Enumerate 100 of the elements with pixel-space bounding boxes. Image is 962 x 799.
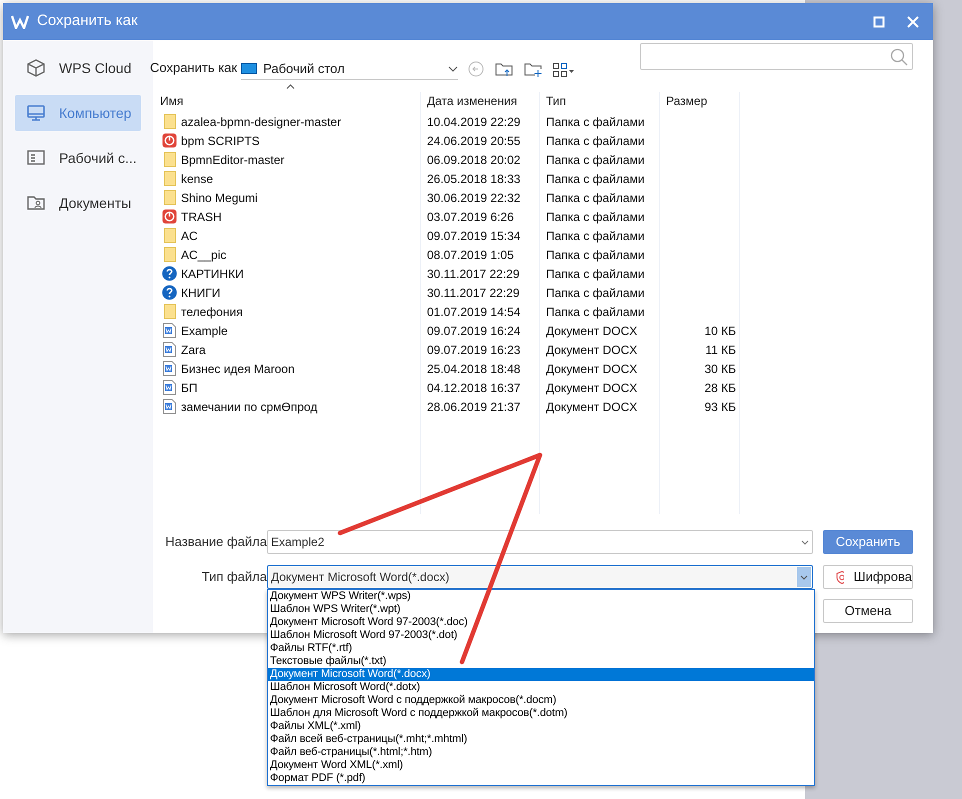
date-cell-text: 03.07.2019 6:26 <box>427 209 514 226</box>
file-name[interactable]: Бизнес идея Maroon <box>181 360 295 378</box>
question-icon <box>162 266 177 281</box>
date-cell-text: 09.07.2019 15:34 <box>427 228 520 245</box>
filetype-option[interactable]: Файл веб-страницы(*.html;*.htm) <box>268 746 814 759</box>
filetype-option[interactable]: Документ Microsoft Word с поддержкой макросов(*.docm) <box>268 694 814 707</box>
cancel-button[interactable]: Отмена <box>823 599 913 623</box>
chevron-down-icon <box>448 66 458 72</box>
date-cell-text: 30.11.2017 22:29 <box>427 266 520 283</box>
location-label: Сохранить как <box>150 58 238 77</box>
file-name[interactable]: Zara <box>181 341 206 359</box>
date-cell-text: 09.07.2019 16:24 <box>427 323 520 340</box>
new-folder-icon[interactable] <box>524 61 542 77</box>
file-name[interactable]: КАРТИНКИ <box>181 265 244 283</box>
file-name[interactable]: AC__pic <box>181 246 226 264</box>
file-name[interactable]: TRASH <box>181 208 222 226</box>
filetype-option[interactable]: Документ Word XML(*.xml) <box>268 759 814 772</box>
filetype-option[interactable]: Текстовые файлы(*.txt) <box>268 655 814 668</box>
date-cell-text: 26.05.2018 18:33 <box>427 171 520 188</box>
file-name[interactable]: БП <box>181 379 198 397</box>
type-cell-text: Документ DOCX <box>546 323 638 340</box>
filename-label: Название файла <box>164 533 267 552</box>
filetype-label: Тип файла <box>200 568 267 586</box>
document-icon <box>163 342 176 357</box>
filetype-option[interactable]: Шаблон WPS Writer(*.wpt) <box>268 603 814 616</box>
desktop-icon <box>241 62 258 74</box>
type-cell-text: Папка с файлами <box>546 171 645 188</box>
type-cell-text: Папка с файлами <box>546 228 645 245</box>
type-cell-text: Папка с файлами <box>546 152 645 169</box>
file-name[interactable]: AC <box>181 227 198 245</box>
type-cell-text: Папка с файлами <box>546 114 645 131</box>
file-name[interactable]: bpm SCRIPTS <box>181 132 260 150</box>
sidebar-item[interactable]: WPS Cloud <box>15 50 141 86</box>
back-icon[interactable] <box>468 61 484 77</box>
filetype-option[interactable]: Файлы RTF(*.rtf) <box>268 642 814 655</box>
column-header[interactable]: Размер <box>666 92 708 110</box>
file-name[interactable]: Shino Megumi <box>181 189 258 207</box>
search-field[interactable] <box>640 43 913 70</box>
type-cell-text: Папка с файлами <box>546 209 645 226</box>
filetype-option[interactable]: Документ Microsoft Word 97-2003(*.doc) <box>268 616 814 629</box>
type-cell-text: Папка с файлами <box>546 247 645 264</box>
column-header[interactable]: Тип <box>546 92 566 110</box>
filetype-option[interactable]: Шаблон для Microsoft Word с поддержкой макросов(*.dotm) <box>268 707 814 720</box>
size-cell-text: 93 КБ <box>703 399 736 416</box>
file-name[interactable]: BpmnEditor-master <box>181 151 284 169</box>
file-name[interactable]: телефония <box>181 303 243 321</box>
window-icon <box>27 149 45 167</box>
column-header[interactable]: Дата изменения <box>427 92 518 110</box>
date-cell-text: 28.06.2019 21:37 <box>427 399 520 416</box>
folder-icon <box>164 304 176 319</box>
window-title: Сохранить как <box>37 11 138 32</box>
file-name[interactable]: замечании по срмӨпрод <box>181 398 318 416</box>
folder-person-icon <box>27 194 45 212</box>
chevron-down-icon <box>801 540 809 544</box>
maximize-icon <box>873 16 885 28</box>
filetype-option[interactable]: Шаблон Microsoft Word 97-2003(*.dot) <box>268 629 814 642</box>
file-name[interactable]: azalea-bpmn-designer-master <box>181 113 342 131</box>
type-cell-text: Документ DOCX <box>546 361 638 378</box>
type-cell-text: Папка с файлами <box>546 266 645 283</box>
encrypt-button[interactable]: Шифрова <box>823 565 913 589</box>
file-name[interactable]: kense <box>181 170 214 188</box>
date-cell-text: 30.11.2017 22:29 <box>427 285 520 302</box>
chevron-down-icon <box>800 574 808 580</box>
document-icon <box>163 399 176 414</box>
sidebar-item[interactable]: Документы <box>15 185 141 221</box>
folder-icon <box>164 171 176 186</box>
location-dropdown[interactable]: Рабочий стол <box>241 58 458 80</box>
filetype-option[interactable]: Файл всей веб-страницы(*.mht;*.mhtml) <box>268 733 814 746</box>
folder-up-icon[interactable] <box>495 61 514 77</box>
sidebar-item[interactable]: Рабочий с... <box>15 140 141 176</box>
folder-icon <box>164 152 176 167</box>
type-cell-text: Папка с файлами <box>546 190 645 207</box>
filetype-option[interactable]: Файлы XML(*.xml) <box>268 720 814 733</box>
size-cell-text: 30 КБ <box>703 361 736 378</box>
filetype-option[interactable]: Документ WPS Writer(*.wps) <box>268 590 814 603</box>
folder-icon <box>164 228 176 243</box>
type-cell-text: Документ DOCX <box>546 380 638 397</box>
filetype-option[interactable]: Шаблон Microsoft Word(*.dotx) <box>268 681 814 694</box>
monitor-icon <box>27 104 45 122</box>
column-header[interactable]: Имя <box>160 92 184 110</box>
dropdown-arrow-button[interactable] <box>797 567 811 587</box>
cube-icon <box>27 59 45 77</box>
type-cell-text: Папка с файлами <box>546 285 645 302</box>
blocked-folder-icon <box>162 133 177 148</box>
file-name[interactable]: КНИГИ <box>181 284 220 302</box>
type-cell-text: Папка с файлами <box>546 133 645 150</box>
date-cell-text: 30.06.2019 22:32 <box>427 190 520 207</box>
view-grid-icon[interactable] <box>553 63 576 77</box>
shield-icon <box>836 570 844 584</box>
date-cell-text: 25.04.2018 18:48 <box>427 361 520 378</box>
document-icon <box>163 380 176 395</box>
filename-field[interactable]: Example2 <box>267 530 813 554</box>
filetype-option[interactable]: Формат PDF (*.pdf) <box>268 772 814 785</box>
size-cell-text: 28 КБ <box>703 380 736 397</box>
size-cell-text: 10 КБ <box>703 323 736 340</box>
document-icon <box>163 361 176 376</box>
file-name[interactable]: Example <box>181 322 228 340</box>
filetype-option[interactable]: Документ Microsoft Word(*.docx) <box>268 668 814 681</box>
folder-icon <box>164 247 176 262</box>
filetype-dropdown[interactable]: Документ Microsoft Word(*.docx) <box>267 565 813 589</box>
